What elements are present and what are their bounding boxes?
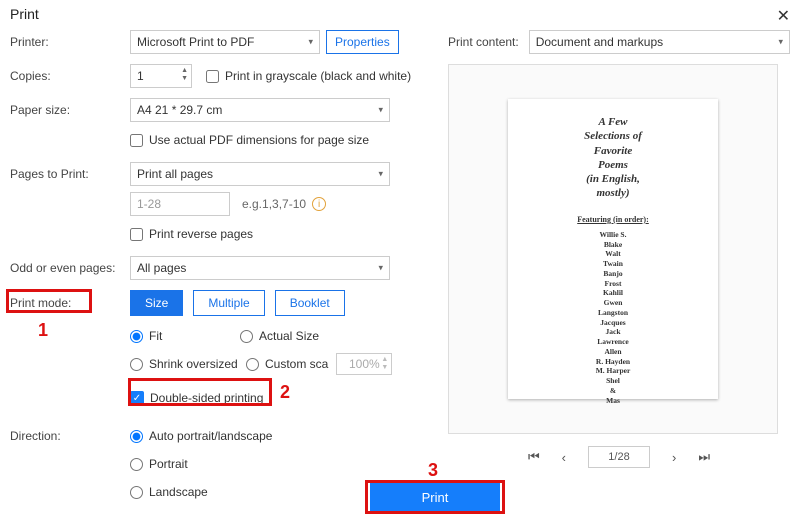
copies-value: 1	[137, 69, 144, 83]
dialog-title: Print	[10, 6, 39, 26]
mode-booklet-button[interactable]: Booklet	[275, 290, 345, 316]
auto-direction-label: Auto portrait/landscape	[149, 429, 272, 443]
next-page-icon[interactable]: ›	[672, 450, 676, 465]
actual-dimensions-checkbox[interactable]	[130, 134, 143, 147]
print-content-select[interactable]: Document and markups ▾	[529, 30, 790, 54]
close-icon[interactable]: ✕	[777, 6, 790, 26]
double-sided-label: Double-sided printing	[150, 391, 263, 405]
annotation-1: 1	[38, 320, 48, 341]
print-button[interactable]: Print	[370, 483, 500, 511]
reverse-pages-checkbox[interactable]	[130, 228, 143, 241]
actual-size-radio[interactable]	[240, 330, 253, 343]
fit-radio[interactable]	[130, 330, 143, 343]
paper-size-select[interactable]: A4 21 * 29.7 cm ▾	[130, 98, 390, 122]
chevron-down-icon: ▾	[378, 105, 383, 116]
landscape-radio[interactable]	[130, 486, 143, 499]
prev-page-icon[interactable]: ‹	[562, 450, 566, 465]
pages-value: Print all pages	[137, 167, 213, 181]
copies-label: Copies:	[10, 69, 130, 83]
printer-select[interactable]: Microsoft Print to PDF ▾	[130, 30, 320, 54]
print-content-label: Print content:	[448, 35, 519, 49]
properties-button[interactable]: Properties	[326, 30, 399, 54]
chevron-down-icon: ▾	[378, 263, 383, 274]
printer-value: Microsoft Print to PDF	[137, 35, 254, 49]
actual-dimensions-label: Use actual PDF dimensions for page size	[149, 133, 369, 147]
portrait-radio[interactable]	[130, 458, 143, 471]
pages-to-print-label: Pages to Print:	[10, 167, 130, 181]
mode-multiple-button[interactable]: Multiple	[193, 290, 264, 316]
scale-input[interactable]: 100% ▲▼	[336, 353, 392, 375]
print-mode-label: Print mode:	[10, 296, 130, 310]
direction-label: Direction:	[10, 429, 130, 443]
scale-value: 100%	[349, 357, 380, 371]
first-page-icon[interactable]: ⏮	[528, 449, 540, 465]
custom-scale-radio[interactable]	[246, 358, 259, 371]
print-preview: A Few Selections of Favorite Poems (in E…	[448, 64, 778, 434]
auto-direction-radio[interactable]	[130, 430, 143, 443]
shrink-radio[interactable]	[130, 358, 143, 371]
odd-even-label: Odd or even pages:	[10, 261, 130, 275]
annotation-3: 3	[428, 460, 438, 481]
preview-page: A Few Selections of Favorite Poems (in E…	[508, 99, 718, 399]
fit-label: Fit	[149, 329, 162, 343]
printer-label: Printer:	[10, 35, 130, 49]
actual-size-label: Actual Size	[259, 329, 319, 343]
custom-scale-label: Custom sca	[265, 357, 328, 371]
grayscale-checkbox[interactable]	[206, 70, 219, 83]
landscape-label: Landscape	[149, 485, 208, 499]
paper-size-value: A4 21 * 29.7 cm	[137, 103, 222, 117]
page-indicator[interactable]: 1/28	[588, 446, 650, 468]
mode-size-button[interactable]: Size	[130, 290, 183, 316]
info-icon: i	[312, 197, 326, 211]
shrink-label: Shrink oversized pages	[149, 357, 240, 371]
print-content-value: Document and markups	[536, 35, 663, 49]
odd-even-select[interactable]: All pages ▾	[130, 256, 390, 280]
last-page-icon[interactable]: ⏭	[698, 449, 710, 465]
pages-select[interactable]: Print all pages ▾	[130, 162, 390, 186]
chevron-down-icon: ▾	[308, 37, 313, 48]
double-sided-checkbox[interactable]: ✓	[130, 391, 144, 405]
chevron-down-icon: ▾	[378, 169, 383, 180]
reverse-pages-label: Print reverse pages	[149, 227, 253, 241]
range-hint: e.g.1,3,7-10	[242, 197, 306, 211]
paper-size-label: Paper size:	[10, 103, 130, 117]
odd-even-value: All pages	[137, 261, 186, 275]
grayscale-label: Print in grayscale (black and white)	[225, 69, 411, 83]
page-range-input[interactable]: 1-28	[130, 192, 230, 216]
copies-stepper[interactable]: 1 ▲▼	[130, 64, 192, 88]
annotation-2: 2	[280, 382, 290, 403]
portrait-label: Portrait	[149, 457, 188, 471]
chevron-down-icon: ▾	[778, 37, 783, 48]
